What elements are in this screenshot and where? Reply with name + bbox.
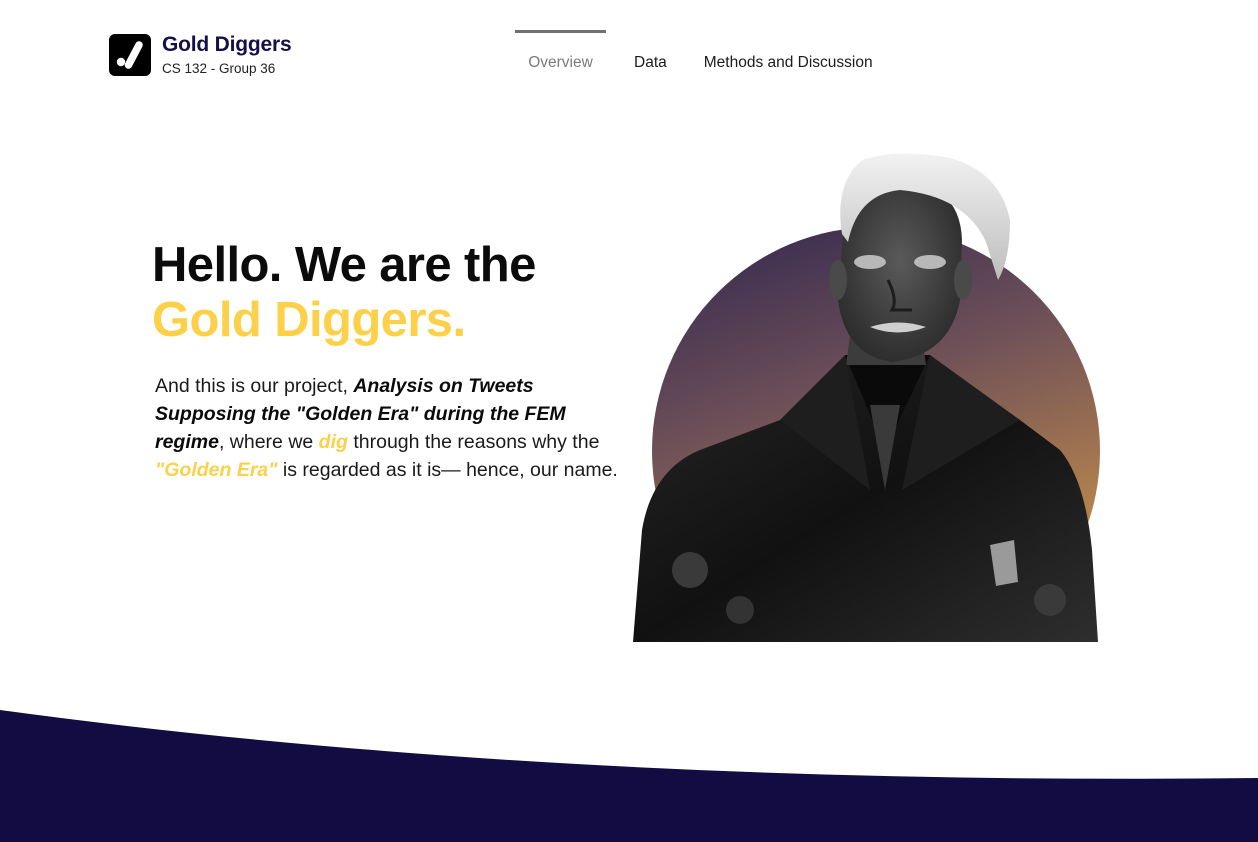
tab-methods-and-discussion[interactable]: Methods and Discussion [704,30,873,96]
brand[interactable]: Gold Diggers CS 132 - Group 36 [109,33,292,77]
hero-body-part4: is regarded as it is— hence, our name. [277,459,618,481]
check-mark-icon [109,34,151,76]
footer-wave [0,710,1258,842]
hero-description: And this is our project, Analysis on Twe… [155,372,625,484]
hero-body-part1: And this is our project, [155,375,354,397]
brand-name: Gold Diggers [162,33,292,56]
page: Gold Diggers CS 132 - Group 36 Overview … [0,0,1258,842]
main-nav: Overview Data Methods and Discussion [515,30,873,96]
hero-title: Hello. We are the Gold Diggers. [152,238,536,348]
golden-era-highlight: "Golden Era" [155,459,278,481]
hero-body-part3: through the reasons why the [347,431,600,453]
dig-highlight: dig [318,431,348,453]
tab-overview[interactable]: Overview [515,30,606,96]
hero-title-line1: Hello. We are the [152,238,536,292]
brand-subtitle: CS 132 - Group 36 [162,61,276,76]
tab-data[interactable]: Data [634,30,667,96]
hero-title-line2: Gold Diggers. [152,293,466,347]
brand-text: Gold Diggers CS 132 - Group 36 [162,33,292,77]
hero-portrait-image [630,150,1102,642]
hero-body-part2: , where we [218,431,319,453]
